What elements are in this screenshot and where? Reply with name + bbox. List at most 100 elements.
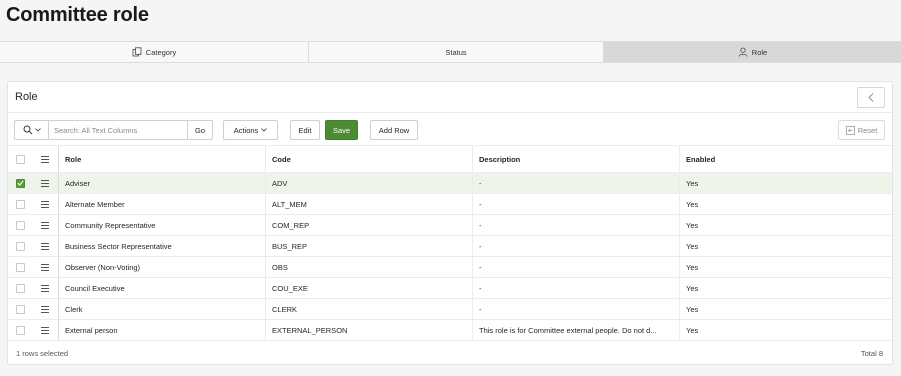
row-select-cell <box>8 194 32 214</box>
row-actions-cell[interactable] <box>32 257 59 277</box>
cell-description[interactable]: - <box>473 257 680 277</box>
table-row[interactable]: Observer (Non-Voting) OBS - Yes <box>8 257 892 278</box>
cell-enabled[interactable]: Yes <box>680 215 892 235</box>
cell-description[interactable]: - <box>473 194 680 214</box>
table-row[interactable]: Alternate Member ALT_MEM - Yes <box>8 194 892 215</box>
row-select-cell <box>8 215 32 235</box>
column-header-role[interactable]: Role <box>59 146 266 172</box>
select-all-checkbox[interactable] <box>15 154 25 164</box>
cell-role[interactable]: Alternate Member <box>59 194 266 214</box>
cell-role[interactable]: Business Sector Representative <box>59 236 266 256</box>
region-tabs: Category Status Role <box>0 41 901 63</box>
cell-enabled[interactable]: Yes <box>680 194 892 214</box>
add-row-button[interactable]: Add Row <box>370 120 418 140</box>
cell-code[interactable]: OBS <box>266 257 473 277</box>
column-header-code[interactable]: Code <box>266 146 473 172</box>
tab-category[interactable]: Category <box>0 42 309 62</box>
tab-role[interactable]: Role <box>604 42 901 62</box>
cell-code[interactable]: ADV <box>266 173 473 193</box>
row-select-cell <box>8 299 32 319</box>
row-checkbox[interactable] <box>15 178 25 188</box>
menu-icon <box>41 155 49 163</box>
table-row[interactable]: Council Executive COU_EXE - Yes <box>8 278 892 299</box>
user-icon <box>738 47 748 57</box>
menu-icon <box>41 242 49 250</box>
search-input[interactable] <box>48 120 188 140</box>
tab-status-label: Status <box>445 47 467 57</box>
cell-code[interactable]: CLERK <box>266 299 473 319</box>
cell-description[interactable]: - <box>473 215 680 235</box>
column-header-enabled[interactable]: Enabled <box>680 146 892 172</box>
cell-role[interactable]: Community Representative <box>59 215 266 235</box>
row-actions-cell[interactable] <box>32 320 59 340</box>
row-checkbox[interactable] <box>15 304 25 314</box>
search-column-menu[interactable] <box>14 120 48 140</box>
row-checkbox[interactable] <box>15 325 25 335</box>
cell-description[interactable]: - <box>473 278 680 298</box>
menu-icon <box>41 263 49 271</box>
table-row[interactable]: Business Sector Representative BUS_REP -… <box>8 236 892 257</box>
row-checkbox[interactable] <box>15 199 25 209</box>
row-actions-cell[interactable] <box>32 278 59 298</box>
edit-button[interactable]: Edit <box>290 120 320 140</box>
menu-icon <box>41 179 49 187</box>
row-checkbox[interactable] <box>15 262 25 272</box>
cell-enabled[interactable]: Yes <box>680 278 892 298</box>
table-row[interactable]: Adviser ADV - Yes <box>8 173 892 194</box>
menu-icon <box>41 284 49 292</box>
row-select-cell <box>8 320 32 340</box>
cell-enabled[interactable]: Yes <box>680 257 892 277</box>
row-select-cell <box>8 278 32 298</box>
go-button[interactable]: Go <box>188 120 213 140</box>
search-icon <box>23 125 32 135</box>
reset-label: Reset <box>857 125 878 135</box>
grid-toolbar: Go Actions Edit Save Add Row Reset <box>8 113 892 146</box>
chevron-left-icon <box>868 93 874 102</box>
row-select-cell <box>8 173 32 193</box>
tab-role-label: Role <box>751 47 768 57</box>
cell-description[interactable]: - <box>473 236 680 256</box>
cell-code[interactable]: ALT_MEM <box>266 194 473 214</box>
cell-description[interactable]: This role is for Committee external peop… <box>473 320 680 340</box>
cell-code[interactable]: COM_REP <box>266 215 473 235</box>
cell-role[interactable]: Observer (Non-Voting) <box>59 257 266 277</box>
tab-status[interactable]: Status <box>309 42 604 62</box>
column-header-description[interactable]: Description <box>473 146 680 172</box>
cell-enabled[interactable]: Yes <box>680 236 892 256</box>
reset-icon <box>845 125 855 135</box>
table-row[interactable]: Clerk CLERK - Yes <box>8 299 892 320</box>
menu-icon <box>41 221 49 229</box>
save-button[interactable]: Save <box>325 120 358 140</box>
cell-enabled[interactable]: Yes <box>680 299 892 319</box>
cell-enabled[interactable]: Yes <box>680 320 892 340</box>
row-checkbox[interactable] <box>15 241 25 251</box>
roles-grid: Role Code Description Enabled Adviser AD… <box>8 146 892 341</box>
region-title: Role <box>15 91 38 103</box>
chevron-down-icon <box>261 128 268 132</box>
row-select-cell <box>8 257 32 277</box>
cell-code[interactable]: EXTERNAL_PERSON <box>266 320 473 340</box>
cell-role[interactable]: Clerk <box>59 299 266 319</box>
select-all-cell <box>8 146 32 172</box>
row-actions-cell[interactable] <box>32 215 59 235</box>
cell-role[interactable]: Adviser <box>59 173 266 193</box>
row-checkbox[interactable] <box>15 283 25 293</box>
cell-role[interactable]: External person <box>59 320 266 340</box>
row-actions-cell[interactable] <box>32 299 59 319</box>
table-row[interactable]: Community Representative COM_REP - Yes <box>8 215 892 236</box>
row-actions-cell[interactable] <box>32 236 59 256</box>
cell-role[interactable]: Council Executive <box>59 278 266 298</box>
row-checkbox[interactable] <box>15 220 25 230</box>
cell-code[interactable]: BUS_REP <box>266 236 473 256</box>
cell-code[interactable]: COU_EXE <box>266 278 473 298</box>
row-actions-cell[interactable] <box>32 173 59 193</box>
cell-description[interactable]: - <box>473 173 680 193</box>
cell-enabled[interactable]: Yes <box>680 173 892 193</box>
table-row[interactable]: External person EXTERNAL_PERSON This rol… <box>8 320 892 341</box>
reset-button[interactable]: Reset <box>838 120 885 140</box>
actions-button[interactable]: Actions <box>223 120 278 140</box>
cell-description[interactable]: - <box>473 299 680 319</box>
row-actions-cell[interactable] <box>32 194 59 214</box>
tab-category-label: Category <box>145 47 177 57</box>
collapse-button[interactable] <box>857 87 885 108</box>
